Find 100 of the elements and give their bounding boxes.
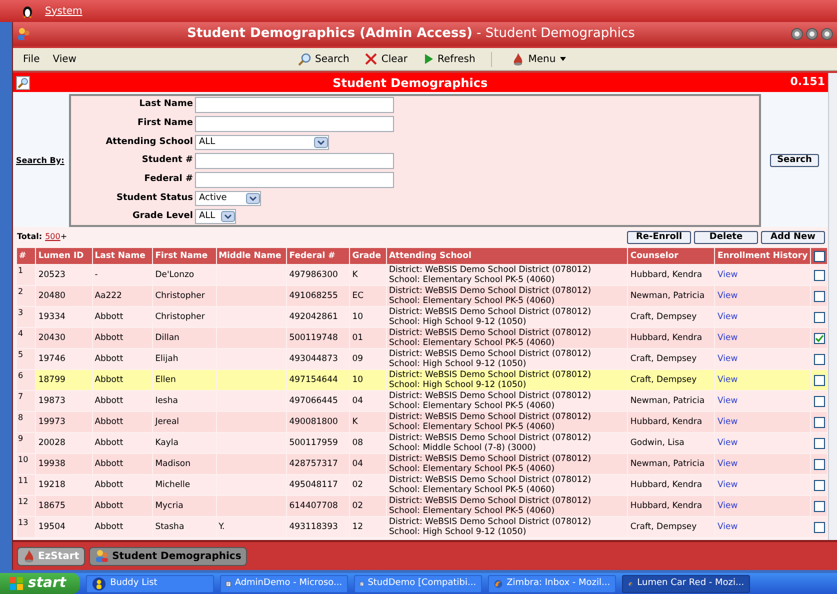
checkbox[interactable] — [814, 396, 825, 406]
table-cell: Hubbard, Kendra — [628, 265, 714, 285]
close-icon[interactable] — [821, 28, 833, 40]
magnifier-icon — [16, 76, 30, 90]
view-link[interactable]: View — [717, 312, 738, 322]
column-header[interactable]: Federal # — [287, 248, 350, 264]
text-field[interactable] — [195, 116, 394, 132]
checkbox[interactable] — [814, 500, 825, 512]
table-cell: District: WeBSIS Demo School District (078012) School: Elementary School PK-5 (4060) — [386, 328, 628, 348]
row-number: 1 — [17, 265, 36, 285]
menu-item[interactable]: View — [52, 52, 76, 66]
checkbox[interactable] — [814, 458, 825, 470]
view-link[interactable]: View — [717, 354, 738, 364]
table-cell: Ellen — [153, 370, 216, 390]
close-icon — [365, 53, 378, 65]
action-button[interactable]: Delete — [694, 230, 758, 244]
window-title: Student Demographics (Admin Access) - Student Demographics — [186, 25, 636, 44]
checkbox[interactable] — [814, 522, 825, 532]
table-cell: Mycria — [153, 496, 216, 516]
view-link[interactable]: View — [717, 332, 738, 343]
checkbox[interactable] — [814, 270, 825, 280]
column-header[interactable]: Middle Name — [216, 248, 286, 264]
view-link[interactable]: View — [717, 458, 738, 469]
toolbar-button[interactable]: Clear — [365, 52, 408, 66]
toolbar-button[interactable]: Search — [298, 52, 350, 66]
view-link[interactable]: View — [717, 416, 738, 427]
checkbox[interactable] — [814, 374, 825, 386]
toolbar-button[interactable]: Menu — [491, 52, 566, 66]
table-cell: 497154644 — [287, 370, 350, 390]
table-cell: K — [350, 412, 386, 432]
scrollbar[interactable] — [828, 73, 837, 540]
view-link[interactable]: View — [717, 396, 738, 406]
table-cell: 08 — [350, 433, 386, 453]
checkbox[interactable] — [814, 480, 825, 490]
taskbar-button[interactable]: Lumen Car Red - Mozi... — [622, 574, 750, 592]
table-cell: 02 — [350, 496, 386, 516]
table-cell: District: WeBSIS Demo School District (078012) School: High School 9-12 (1050) — [386, 370, 628, 390]
select-field[interactable]: ALL — [195, 209, 236, 224]
table-cell: 428757317 — [287, 454, 350, 474]
checkbox[interactable] — [814, 416, 825, 428]
view-link[interactable]: View — [717, 500, 738, 511]
table-cell: District: WeBSIS Demo School District (078012) School: Elementary School PK-5 (4060) — [386, 496, 628, 516]
maximize-icon[interactable] — [806, 28, 818, 40]
select-field[interactable]: Active — [195, 191, 261, 206]
search-by-label: Search By: — [15, 154, 66, 166]
checkbox[interactable] — [814, 290, 825, 302]
system-menu[interactable]: System — [45, 4, 82, 18]
toolbar-button[interactable]: Refresh — [424, 52, 476, 66]
table-cell: District: WeBSIS Demo School District (078012) School: Elementary School PK-5 (4060) — [386, 265, 628, 285]
row-number: 4 — [17, 328, 36, 348]
view-link[interactable]: View — [717, 480, 738, 490]
select-field[interactable]: ALL — [195, 135, 329, 150]
text-field[interactable] — [195, 97, 394, 113]
table-cell: 20028 — [36, 433, 92, 453]
checkbox[interactable] — [814, 438, 825, 448]
table-cell: - — [92, 265, 152, 285]
action-button[interactable]: Re-Enroll — [627, 230, 691, 244]
menu-item[interactable]: File — [23, 52, 40, 66]
table-cell: 01 — [350, 328, 386, 348]
column-header[interactable]: Grade — [350, 248, 386, 264]
column-header[interactable]: Lumen ID — [36, 248, 92, 264]
table-cell: District: WeBSIS Demo School District (078012) School: Elementary School PK-5 (4060) — [386, 391, 628, 411]
minimize-icon[interactable] — [791, 28, 803, 40]
table-cell: Hubbard, Kendra — [628, 412, 714, 432]
taskbar-button[interactable]: Buddy List — [86, 574, 214, 592]
column-header[interactable]: Enrollment History — [715, 248, 810, 264]
total-count-link[interactable]: 500 — [45, 232, 60, 241]
view-link[interactable]: View — [717, 522, 738, 532]
view-link[interactable]: View — [717, 270, 738, 280]
field-label: Last Name — [138, 98, 193, 112]
view-link[interactable]: View — [717, 374, 738, 385]
table-cell: District: WeBSIS Demo School District (078012) School: Middle School (7-8) (3000) — [386, 433, 628, 453]
taskbar-button[interactable]: StudDemo [Compatibi... — [354, 574, 482, 592]
table-cell: Newman, Patricia — [628, 286, 714, 306]
checkbox[interactable] — [814, 250, 825, 262]
table-cell: District: WeBSIS Demo School District (078012) School: High School 9-12 (1050) — [386, 349, 628, 369]
column-header[interactable]: Counselor — [628, 248, 714, 264]
table-cell: Abbott — [92, 517, 152, 537]
checkbox[interactable] — [814, 312, 825, 322]
table-cell: 490081800 — [287, 412, 350, 432]
taskbar-button[interactable]: Zimbra: Inbox - Mozil... — [488, 574, 616, 592]
column-header[interactable]: Attending School — [386, 248, 628, 264]
checkbox[interactable] — [814, 332, 825, 344]
app-tab[interactable]: Student Demographics — [89, 546, 248, 566]
field-label: Grade Level — [132, 210, 193, 223]
table-cell: 12 — [350, 517, 386, 537]
view-link[interactable]: View — [717, 290, 738, 301]
text-field[interactable] — [195, 153, 394, 169]
table-cell: 497066445 — [287, 391, 350, 411]
column-header[interactable]: Last Name — [92, 248, 152, 264]
column-header[interactable]: First Name — [153, 248, 216, 264]
view-link[interactable]: View — [717, 438, 738, 448]
column-header[interactable]: # — [17, 248, 36, 264]
checkbox[interactable] — [814, 354, 825, 364]
search-button[interactable]: Search — [770, 154, 819, 167]
action-button[interactable]: Add New — [761, 230, 825, 244]
taskbar-button[interactable]: AdminDemo - Microso... — [220, 574, 348, 592]
text-field[interactable] — [195, 172, 394, 188]
start-button[interactable]: start — [0, 573, 80, 594]
table-cell: 20523 — [36, 265, 92, 285]
